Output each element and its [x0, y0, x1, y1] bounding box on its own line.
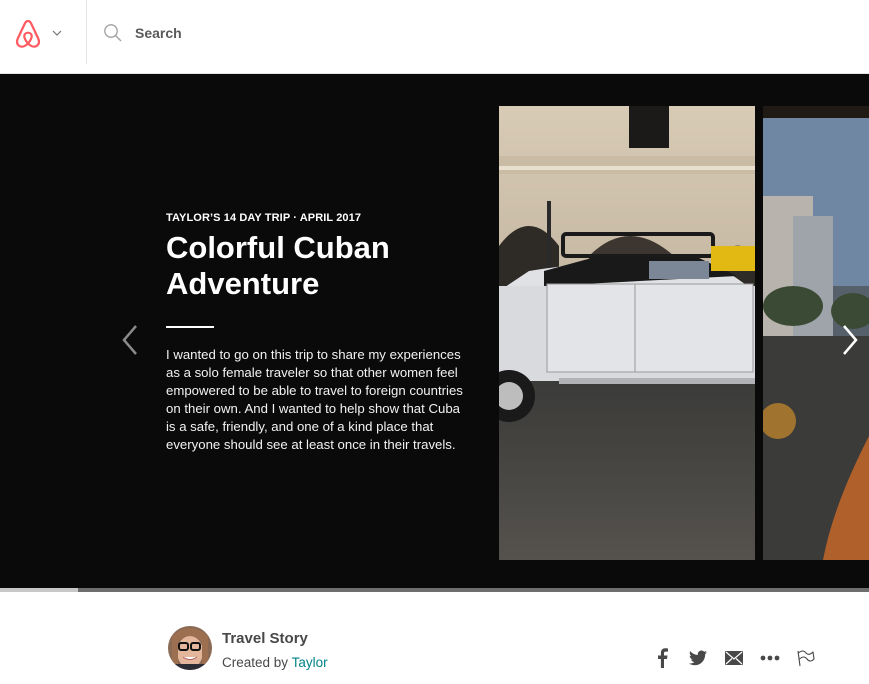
- title-divider: [166, 326, 214, 328]
- story-progress-fill: [0, 588, 79, 592]
- search-input[interactable]: [135, 20, 535, 46]
- story-intro: TAYLOR’S 14 DAY TRIP · APRIL 2017 Colorf…: [166, 212, 466, 454]
- facebook-share-button[interactable]: [650, 646, 674, 670]
- story-title: Colorful Cuban Adventure: [166, 230, 390, 301]
- created-by: Created by Taylor: [222, 655, 328, 670]
- more-options-button[interactable]: [758, 646, 782, 670]
- created-by-prefix: Created by: [222, 655, 289, 670]
- carousel-next-button[interactable]: [838, 324, 862, 356]
- email-share-button[interactable]: [722, 646, 746, 670]
- search-icon: [103, 23, 123, 43]
- twitter-icon: [689, 650, 707, 666]
- facebook-icon: [658, 648, 668, 668]
- chevron-left-icon: [122, 325, 137, 355]
- email-icon: [725, 651, 743, 665]
- photo-white-classic-car[interactable]: [499, 106, 755, 560]
- story-progress-bar: [0, 588, 869, 592]
- author-link[interactable]: Taylor: [292, 655, 328, 670]
- story-carousel: TAYLOR’S 14 DAY TRIP · APRIL 2017 Colorf…: [0, 74, 869, 588]
- top-navigation-bar: [0, 0, 869, 74]
- flag-icon: [797, 650, 815, 667]
- more-icon: [760, 655, 780, 661]
- header-divider: [86, 0, 87, 64]
- twitter-share-button[interactable]: [686, 646, 710, 670]
- chevron-right-icon: [843, 325, 858, 355]
- story-description: I wanted to go on this trip to share my …: [166, 347, 463, 452]
- story-type-label: Travel Story: [222, 630, 308, 647]
- avatar[interactable]: [168, 626, 212, 670]
- trip-meta: TAYLOR’S 14 DAY TRIP · APRIL 2017: [166, 212, 362, 224]
- carousel-prev-button[interactable]: [118, 324, 142, 356]
- share-toolbar: [650, 646, 830, 670]
- report-button[interactable]: [794, 646, 818, 670]
- chevron-down-icon[interactable]: [51, 26, 63, 38]
- airbnb-logo-icon[interactable]: [12, 17, 44, 49]
